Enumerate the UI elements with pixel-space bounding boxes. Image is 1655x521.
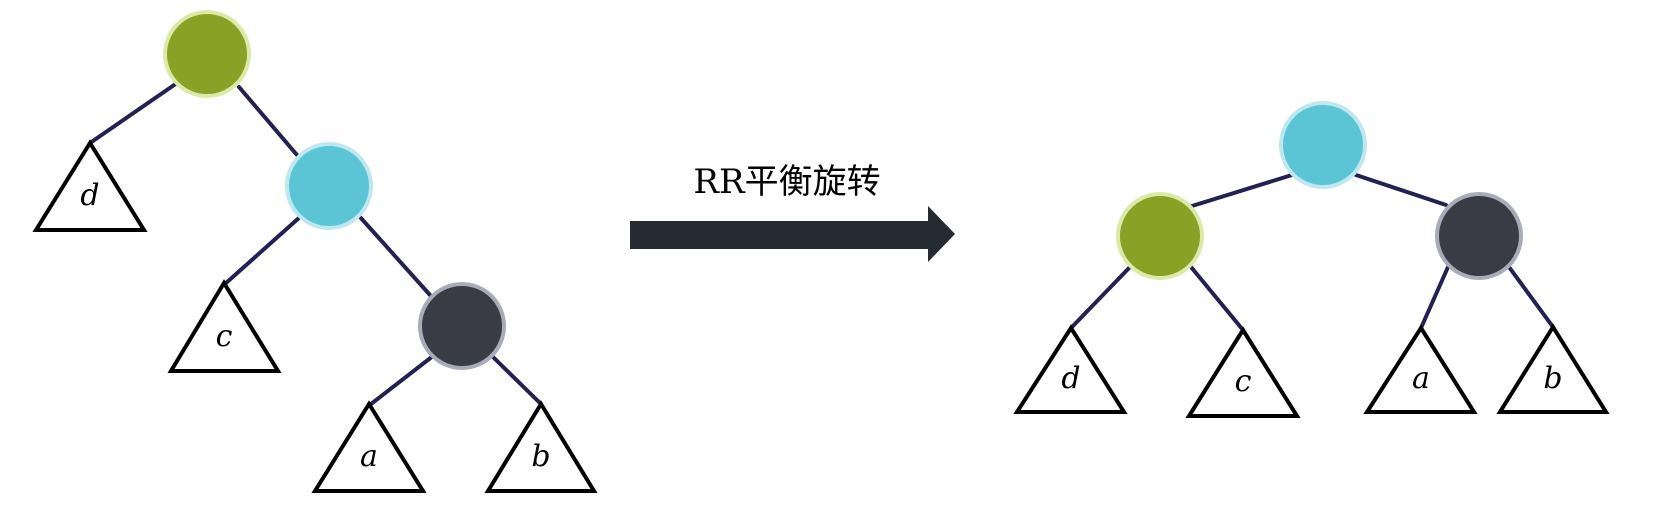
before-edge-dark-to-b — [490, 354, 543, 406]
before-subtree-d: d — [32, 139, 148, 232]
after-subtree-b-label: b — [1543, 361, 1562, 396]
after-left-node-green — [1116, 192, 1204, 280]
before-middle-node-cyan — [285, 142, 373, 230]
after-edge-dark-to-a — [1419, 265, 1450, 330]
after-edge-green-to-c — [1189, 265, 1245, 332]
after-edge-cyan-to-green — [1190, 173, 1294, 208]
before-subtree-a-label: a — [360, 439, 378, 474]
before-root-node-green — [163, 10, 251, 98]
after-edge-green-to-d — [1069, 265, 1132, 330]
before-subtree-a: a — [311, 400, 427, 493]
before-subtree-b: b — [484, 400, 598, 493]
after-subtree-a: a — [1363, 324, 1478, 414]
before-leaf-node-dark — [418, 282, 506, 370]
before-edge-green-to-d — [88, 81, 179, 145]
after-subtree-c-label: c — [1235, 364, 1252, 399]
rotation-label: RR平衡旋转 — [693, 162, 880, 202]
after-edge-dark-to-b — [1507, 265, 1555, 329]
before-edge-cyan-to-dark — [358, 215, 432, 297]
right-arrow-icon — [630, 206, 955, 262]
before-subtree-d-label: d — [80, 178, 99, 213]
before-subtree-b-label: b — [531, 439, 550, 474]
after-subtree-b: b — [1496, 323, 1610, 414]
before-subtree-c-label: c — [216, 319, 233, 354]
after-root-node-cyan — [1279, 101, 1367, 189]
before-subtree-c: c — [167, 279, 282, 373]
after-tree: d c a b — [1013, 101, 1610, 418]
after-subtree-c: c — [1185, 326, 1301, 418]
after-edge-cyan-to-dark — [1354, 173, 1448, 207]
rotation-arrow-group: RR平衡旋转 — [630, 162, 955, 262]
before-tree: d c a b — [32, 10, 598, 493]
before-edge-dark-to-a — [369, 354, 435, 406]
after-subtree-d: d — [1013, 324, 1128, 414]
rr-rotation-diagram: d c a b RR平衡旋转 d c a b — [32, 10, 1610, 493]
before-edge-green-to-cyan — [237, 85, 299, 157]
before-edge-cyan-to-c — [224, 215, 302, 285]
after-right-node-dark — [1435, 192, 1523, 280]
after-subtree-a-label: a — [1412, 361, 1430, 396]
after-subtree-d-label: d — [1061, 361, 1080, 396]
